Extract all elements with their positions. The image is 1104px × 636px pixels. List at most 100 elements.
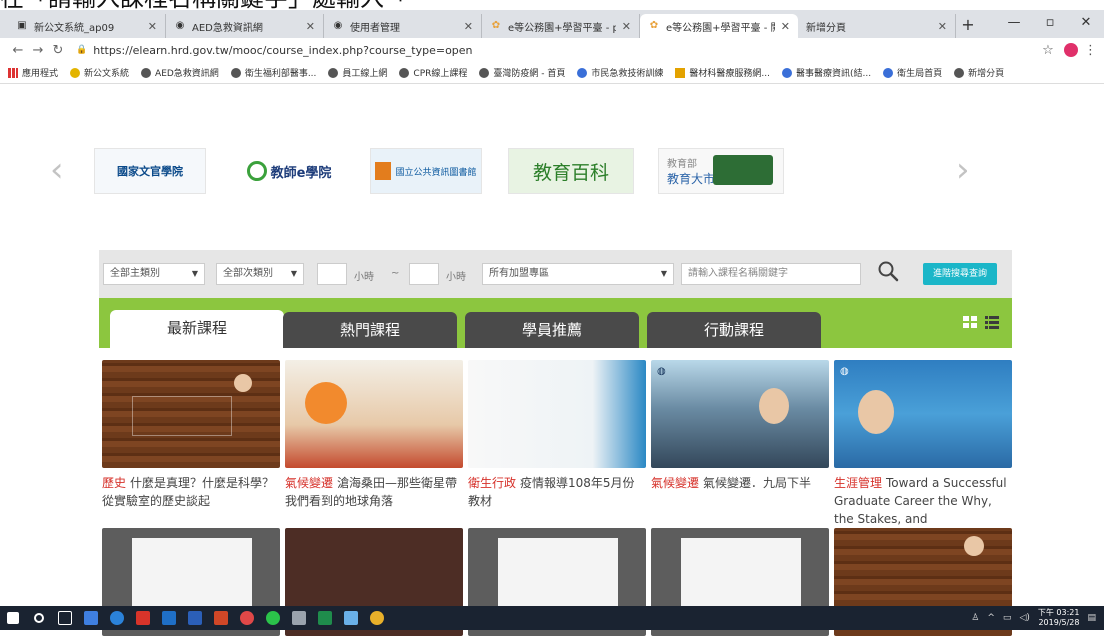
bookmark-item[interactable]: 應用程式 — [8, 66, 58, 79]
bookmark-item[interactable]: 醫材科醫療服務網... — [675, 66, 770, 79]
grid-view-icon[interactable] — [962, 314, 978, 330]
close-icon[interactable]: ✕ — [306, 20, 315, 33]
browser-tab[interactable]: ✿e等公務園+學習平臺 - perso✕ — [482, 14, 640, 38]
course-category[interactable]: 氣候變遷 — [285, 476, 333, 490]
browser-tab[interactable]: ▣ 新公文系統_ap09 ✕ — [8, 14, 166, 38]
taskbar-app[interactable] — [130, 606, 156, 630]
volume-icon[interactable]: ◁) — [1019, 613, 1029, 623]
bookmark-item[interactable]: 市民急救技術訓練 — [577, 66, 663, 79]
bookmark-item[interactable]: 臺灣防疫網 - 首頁 — [479, 66, 565, 79]
bookmark-item[interactable]: 衛生福利部醫事... — [230, 66, 316, 79]
presenter-photo — [234, 374, 252, 392]
close-window-icon[interactable]: ✕ — [1068, 10, 1104, 38]
menu-dots-icon[interactable]: ⋮ — [1084, 43, 1097, 58]
taskbar-app[interactable] — [364, 606, 390, 630]
chevron-right-icon[interactable]: › — [956, 150, 970, 190]
course-thumbnail[interactable] — [468, 360, 646, 468]
chevron-left-icon[interactable]: ‹ — [50, 150, 64, 190]
taskbar-app[interactable] — [182, 606, 208, 630]
notification-icon[interactable]: ▤ — [1087, 613, 1096, 623]
keyword-input[interactable]: 請輸入課程名稱關鍵字 — [681, 263, 861, 285]
tab-popular-courses[interactable]: 熱門課程 — [283, 312, 457, 348]
course-card[interactable]: 歷史 什麼是真理？什麼是科學？從實驗室的歷史談起 — [102, 360, 280, 510]
tab-recommended-courses[interactable]: 學員推薦 — [465, 312, 639, 348]
partner-logo[interactable]: 教師e學院 — [230, 148, 348, 194]
close-icon[interactable]: ✕ — [938, 20, 947, 33]
taskbar-app[interactable] — [338, 606, 364, 630]
close-icon[interactable]: ✕ — [148, 20, 157, 33]
bookmark-item[interactable]: 員工線上網 — [328, 66, 387, 79]
bookmark-item[interactable]: 衛生局首頁 — [883, 66, 942, 79]
person-icon[interactable]: ♙ — [971, 613, 979, 623]
course-thumbnail[interactable]: ◍ — [834, 360, 1012, 468]
url-field[interactable]: 🔒 https://elearn.hrd.gov.tw/mooc/course_… — [76, 44, 1038, 57]
min-hours-input[interactable] — [317, 263, 347, 285]
taskbar-app[interactable] — [234, 606, 260, 630]
system-clock[interactable]: 下午 03:21 2019/5/28 — [1038, 608, 1080, 628]
partner-logo[interactable]: 國家文官學院 — [94, 148, 206, 194]
close-icon[interactable]: ✕ — [781, 20, 790, 33]
browser-tab-active[interactable]: ✿e等公務園+學習平臺 - 開放式✕ — [640, 14, 798, 38]
partner-logo[interactable]: 教育部 教育大市集 — [658, 148, 784, 194]
excel-icon — [318, 611, 332, 625]
course-category[interactable]: 衛生行政 — [468, 476, 516, 490]
bookmark-item[interactable]: 新增分頁 — [954, 66, 1004, 79]
browser-tab[interactable]: ◉ 使用者管理 ✕ — [324, 14, 482, 38]
task-view-icon — [58, 611, 72, 625]
tab-mobile-courses[interactable]: 行動課程 — [647, 312, 821, 348]
main-category-select[interactable]: 全部主類別 ▼ — [103, 263, 205, 285]
course-tabs-bar: 最新課程 熱門課程 學員推薦 行動課程 — [99, 298, 1012, 348]
course-title[interactable]: 氣候變遷．九局下半 — [703, 476, 811, 490]
partner-logo[interactable]: 國立公共資訊圖書館 — [370, 148, 482, 194]
network-icon[interactable]: ▭ — [1003, 613, 1012, 623]
taskbar-app[interactable] — [286, 606, 312, 630]
search-taskbar-button[interactable] — [26, 606, 52, 630]
course-thumbnail[interactable] — [285, 360, 463, 468]
course-card[interactable]: 衛生行政 疫情報導108年5月份教材 — [468, 360, 646, 510]
reload-icon[interactable]: ↻ — [48, 43, 68, 58]
bookmark-item[interactable]: 新公文系統 — [70, 66, 129, 79]
taskbar-app[interactable] — [104, 606, 130, 630]
taskbar-app[interactable] — [156, 606, 182, 630]
browser-tab[interactable]: ◉ AED急救資訊網 ✕ — [166, 14, 324, 38]
close-icon[interactable]: ✕ — [464, 20, 473, 33]
partner-logo[interactable]: 教育百科 — [508, 148, 634, 194]
sub-category-select[interactable]: 全部次類別 ▼ — [216, 263, 304, 285]
taskbar-app[interactable] — [260, 606, 286, 630]
tab-latest-courses[interactable]: 最新課程 — [110, 310, 284, 348]
bookmark-item[interactable]: CPR線上課程 — [399, 66, 467, 79]
search-icon[interactable] — [877, 260, 899, 282]
zone-select[interactable]: 所有加盟專區 ▼ — [482, 263, 674, 285]
minimize-icon[interactable]: — — [996, 10, 1032, 38]
new-tab-button[interactable]: + — [956, 14, 980, 38]
course-card[interactable]: ◍ 生涯管理 Toward a Successful Graduate Caree… — [834, 360, 1012, 528]
advanced-search-button[interactable]: 進階搜尋查詢 — [923, 263, 997, 285]
course-category[interactable]: 歷史 — [102, 476, 126, 490]
powerpoint-icon — [214, 611, 228, 625]
course-category[interactable]: 生涯管理 — [834, 476, 882, 490]
chrome-icon — [370, 611, 384, 625]
max-hours-input[interactable] — [409, 263, 439, 285]
bookmark-item[interactable]: 醫事醫療資訊(結... — [781, 66, 871, 79]
list-view-icon[interactable] — [984, 314, 1000, 330]
course-category[interactable]: 氣候變遷 — [651, 476, 699, 490]
course-card[interactable]: 氣候變遷 滄海桑田—那些衛星帶我們看到的地球角落 — [285, 360, 463, 510]
course-title[interactable]: 什麼是真理？什麼是科學？從實驗室的歷史談起 — [102, 476, 274, 508]
browser-tab[interactable]: 新增分頁 ✕ — [798, 14, 956, 38]
profile-avatar[interactable] — [1064, 43, 1078, 57]
chevron-up-icon[interactable]: ^ — [987, 613, 995, 623]
start-button[interactable] — [0, 606, 26, 630]
task-view-button[interactable] — [52, 606, 78, 630]
course-thumbnail[interactable] — [102, 360, 280, 468]
bookmark-item[interactable]: AED急救資訊網 — [141, 66, 219, 79]
maximize-icon[interactable]: ▫ — [1032, 10, 1068, 38]
taskbar-app[interactable] — [312, 606, 338, 630]
taskbar-app[interactable] — [78, 606, 104, 630]
bookmark-star-icon[interactable]: ☆ — [1038, 43, 1058, 58]
close-icon[interactable]: ✕ — [622, 20, 631, 33]
course-thumbnail[interactable]: ◍ — [651, 360, 829, 468]
forward-icon[interactable]: → — [28, 43, 48, 58]
course-card[interactable]: ◍ 氣候變遷 氣候變遷．九局下半 — [651, 360, 829, 492]
back-icon[interactable]: ← — [8, 43, 28, 58]
taskbar-app[interactable] — [208, 606, 234, 630]
